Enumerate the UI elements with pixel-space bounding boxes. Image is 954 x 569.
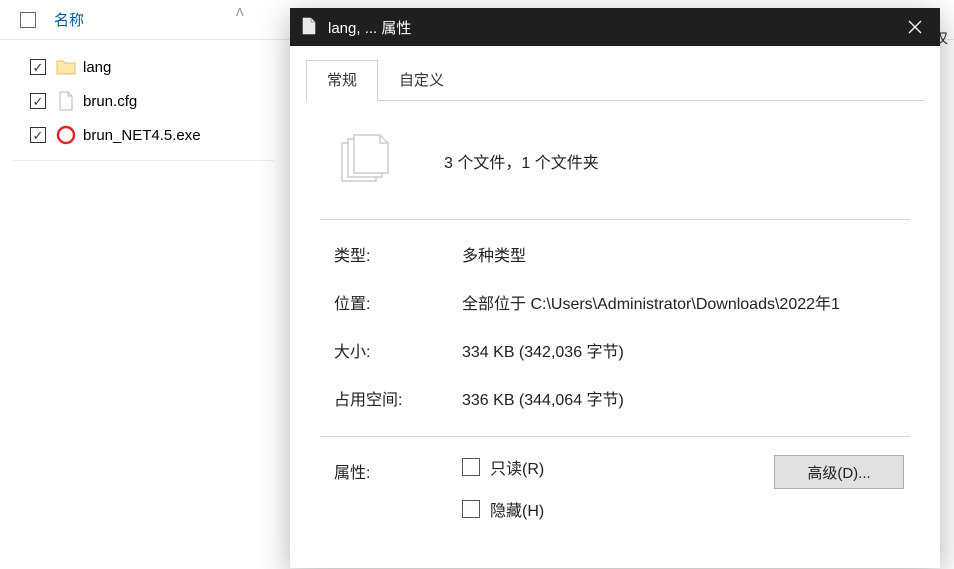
info-row-location: 位置: 全部位于 C:\Users\Administrator\Download… — [334, 290, 910, 314]
row-checkbox[interactable] — [30, 93, 46, 109]
tab-general[interactable]: 常规 — [306, 60, 378, 102]
titlebar[interactable]: lang, ... 属性 — [290, 8, 940, 46]
type-value: 多种类型 — [462, 242, 910, 266]
readonly-checkbox[interactable] — [462, 458, 480, 476]
close-icon — [908, 20, 922, 34]
size-label: 大小: — [334, 338, 462, 362]
file-name: brun_NET4.5.exe — [83, 127, 201, 144]
properties-dialog: lang, ... 属性 常规 自定义 3 个文件，1 个文件夹 类型: — [290, 8, 940, 568]
advanced-button[interactable]: 高级(D)... — [774, 455, 904, 489]
attributes-label: 属性: — [334, 455, 462, 539]
type-label: 类型: — [334, 242, 462, 266]
dialog-title: lang, ... 属性 — [328, 17, 890, 38]
exe-icon — [56, 125, 76, 145]
file-icon — [56, 91, 76, 111]
hidden-checkbox-row[interactable]: 隐藏(H) — [462, 497, 774, 521]
location-value: 全部位于 C:\Users\Administrator\Downloads\20… — [462, 290, 910, 314]
readonly-checkbox-row[interactable]: 只读(R) — [462, 455, 774, 479]
info-section: 类型: 多种类型 位置: 全部位于 C:\Users\Administrator… — [320, 220, 910, 437]
summary-text: 3 个文件，1 个文件夹 — [444, 149, 599, 173]
location-label: 位置: — [334, 290, 462, 314]
size-value: 334 KB (342,036 字节) — [462, 338, 910, 362]
document-icon — [302, 17, 318, 37]
hidden-label: 隐藏(H) — [490, 497, 544, 521]
multi-file-icon — [334, 131, 394, 191]
readonly-label: 只读(R) — [490, 455, 544, 479]
attributes-section: 属性: 只读(R) 隐藏(H) 高级(D)... — [320, 437, 910, 539]
info-row-type: 类型: 多种类型 — [334, 242, 910, 266]
divider — [12, 160, 274, 161]
disk-label: 占用空间: — [334, 386, 462, 410]
tabs: 常规 自定义 — [290, 46, 940, 101]
hidden-checkbox[interactable] — [462, 500, 480, 518]
tab-custom[interactable]: 自定义 — [378, 60, 465, 101]
info-row-size: 大小: 334 KB (342,036 字节) — [334, 338, 910, 362]
sort-ascending-icon: ᐱ — [236, 6, 244, 19]
file-name: brun.cfg — [83, 93, 137, 110]
disk-value: 336 KB (344,064 字节) — [462, 386, 910, 410]
select-all-checkbox[interactable] — [20, 12, 36, 28]
column-name-header[interactable]: 名称 — [54, 9, 84, 30]
summary-row: 3 个文件，1 个文件夹 — [320, 119, 910, 220]
close-button[interactable] — [890, 8, 940, 46]
dialog-body: 3 个文件，1 个文件夹 类型: 多种类型 位置: 全部位于 C:\Users\… — [290, 101, 940, 568]
info-row-disk: 占用空间: 336 KB (344,064 字节) — [334, 386, 910, 410]
file-name: lang — [83, 59, 111, 76]
row-checkbox[interactable] — [30, 59, 46, 75]
folder-icon — [56, 57, 76, 77]
row-checkbox[interactable] — [30, 127, 46, 143]
